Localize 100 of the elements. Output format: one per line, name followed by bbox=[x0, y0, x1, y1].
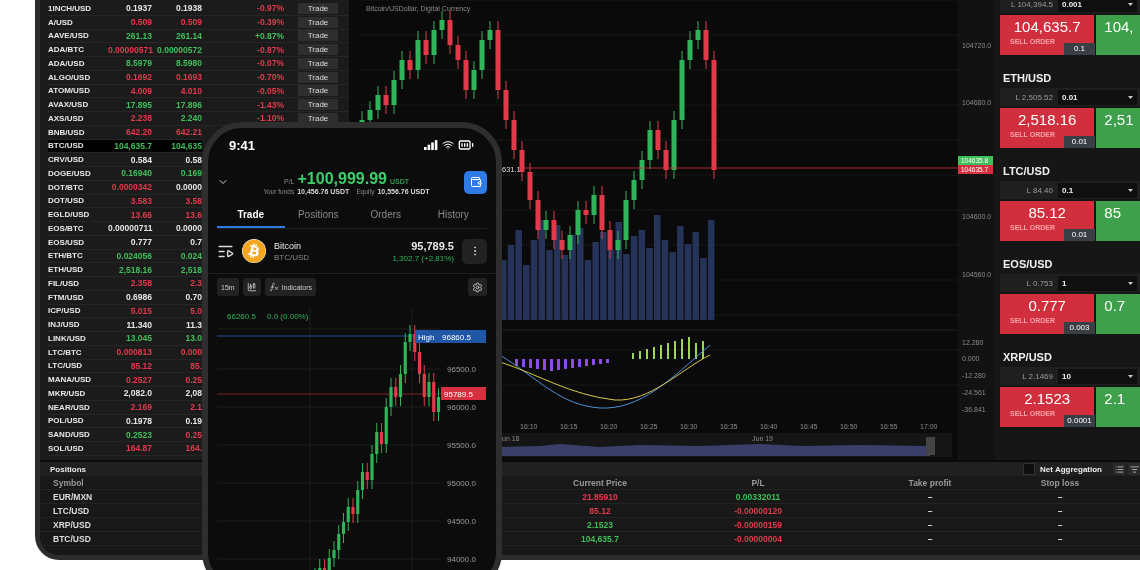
trade-button[interactable]: Trade bbox=[298, 44, 338, 56]
pair-title: ETH/USD bbox=[1002, 71, 1053, 86]
battery-icon bbox=[458, 137, 474, 153]
symbol-cell-text: BTC/USD bbox=[52, 533, 92, 544]
candlestick bbox=[575, 200, 581, 245]
change-percent: -1.10% bbox=[256, 113, 285, 124]
bid-price: 261.13 bbox=[125, 30, 152, 41]
candlestick bbox=[703, 20, 709, 70]
ask-price: 0.25 bbox=[184, 374, 202, 385]
pair-title: LTC/USD bbox=[1002, 164, 1051, 179]
last-price-tag bbox=[441, 387, 486, 400]
pair-title: EOS/USD bbox=[1002, 257, 1054, 272]
ask-price: 164. bbox=[184, 443, 202, 454]
list-view-button[interactable] bbox=[1113, 463, 1125, 475]
column-header: Current Price bbox=[572, 477, 628, 488]
change-percent: -1.43% bbox=[256, 99, 285, 110]
tab[interactable]: Trade bbox=[217, 202, 285, 228]
bid-price: 0.509 bbox=[129, 17, 152, 28]
trade-button[interactable]: Trade bbox=[298, 16, 338, 28]
pair-name: A/USD bbox=[48, 17, 74, 27]
trade-button[interactable]: Trade bbox=[298, 99, 338, 111]
tab[interactable]: Positions bbox=[284, 202, 352, 228]
quantity-select[interactable]: 1 bbox=[1058, 275, 1137, 291]
last-price: 95789.5 bbox=[444, 389, 473, 399]
price-cell-text: 2.1523 bbox=[586, 519, 614, 530]
trade-button[interactable]: Trade bbox=[298, 71, 338, 83]
chart-type-button[interactable] bbox=[242, 278, 261, 296]
pair-name: INJ/USD bbox=[48, 320, 81, 330]
ask-price: 4.010 bbox=[179, 85, 202, 96]
bid-price: 0.16940 bbox=[120, 168, 152, 179]
candlestick bbox=[399, 50, 405, 90]
candlestick bbox=[615, 230, 621, 260]
market-row[interactable]: SOL/USD 164.87 164. bbox=[48, 442, 202, 456]
high-price: 96860.5 bbox=[442, 332, 471, 342]
settings-button[interactable] bbox=[468, 278, 487, 296]
histogram-bar bbox=[592, 359, 595, 365]
price-axis-label: 96500.0 bbox=[447, 365, 476, 374]
market-row[interactable]: EOS/BTC 0.00000711 0.0000 bbox=[48, 222, 202, 236]
trade-button[interactable]: Trade bbox=[298, 57, 338, 69]
caret-icon bbox=[1128, 188, 1133, 192]
navigator-handle[interactable] bbox=[926, 437, 935, 455]
ask-price: 85. bbox=[189, 360, 202, 371]
histogram-bar bbox=[606, 359, 609, 363]
market-row[interactable]: MKR/USD 2,082.0 2,08 bbox=[48, 387, 202, 401]
change-percent: +0.87% bbox=[253, 30, 285, 41]
change-percent: -0.39% bbox=[256, 17, 285, 28]
candlestick bbox=[591, 185, 597, 225]
bid-price: 2.238 bbox=[129, 113, 152, 124]
bid-price: 0.1937 bbox=[125, 3, 152, 14]
pair-name: POL/USD bbox=[48, 416, 85, 426]
ask-price: 104,635 bbox=[170, 140, 202, 151]
bid-price: 2,518.16 bbox=[117, 264, 152, 275]
ask-price: 0.024 bbox=[179, 250, 202, 261]
market-row[interactable]: FIL/USD 2.358 2.3 bbox=[48, 277, 202, 291]
checkbox[interactable] bbox=[1023, 463, 1036, 475]
quantity-select[interactable]: 0.001 bbox=[1058, 0, 1137, 12]
trade-button[interactable]: Trade bbox=[298, 2, 338, 14]
legend-price: 66260.5 bbox=[227, 312, 256, 321]
price-cell-text: 104,635.7 bbox=[580, 533, 620, 544]
trade-button[interactable]: Trade bbox=[298, 30, 338, 42]
deposit-button[interactable] bbox=[464, 170, 487, 194]
filter-button[interactable] bbox=[1128, 463, 1140, 475]
market-row[interactable]: DOGE/USD 0.16940 0.169 bbox=[48, 167, 202, 181]
histogram-bar bbox=[557, 359, 560, 370]
bid-price: 0.00000571 bbox=[108, 44, 152, 55]
bid-price: 17.895 bbox=[125, 99, 152, 110]
pl-value: +100,999.99 bbox=[297, 169, 387, 188]
quantity-select[interactable]: 0.1 bbox=[1058, 182, 1137, 198]
spread-value: 0.0001 bbox=[1064, 415, 1095, 427]
candlestick bbox=[583, 200, 589, 225]
quantity-select[interactable]: 10 bbox=[1058, 368, 1137, 384]
list-icon bbox=[1114, 464, 1124, 474]
spread-value: 0.003 bbox=[1064, 322, 1095, 334]
pair-name: NEAR/USD bbox=[48, 402, 91, 412]
limit-price: L 104,394.5 bbox=[1010, 0, 1053, 9]
bid-price: 0.6986 bbox=[125, 292, 152, 303]
quantity-select[interactable]: 0.01 bbox=[1058, 89, 1137, 105]
candlestick bbox=[391, 70, 397, 115]
tab[interactable]: History bbox=[419, 202, 487, 228]
pair-name: EGLD/USD bbox=[48, 210, 91, 220]
bid-price: 4.009 bbox=[129, 85, 152, 96]
trade-button[interactable]: Trade bbox=[298, 85, 338, 97]
candlestick bbox=[487, 20, 493, 50]
price-cell-text: 85.12 bbox=[588, 505, 612, 516]
histogram-bar bbox=[529, 359, 532, 368]
market-row[interactable]: ADA/BTC 0.00000571 0.00000572 -0.87% Trade bbox=[48, 43, 349, 57]
pair-name: CRV/USD bbox=[48, 155, 85, 165]
pair-name: ICP/USD bbox=[48, 306, 82, 316]
market-row[interactable]: AVAX/USD 17.895 17.896 -1.43% Trade bbox=[48, 98, 349, 112]
candlestick bbox=[551, 210, 557, 250]
signal-icon bbox=[424, 140, 438, 150]
wallet-icon bbox=[469, 176, 482, 188]
bid-price: 0.0000342 bbox=[110, 182, 152, 193]
market-row[interactable]: ADA/USD 8.5979 8.5980 -0.07% Trade bbox=[48, 57, 349, 71]
limit-price: L 2.1469 bbox=[1021, 371, 1053, 381]
instrument-symbol: BTC/USD bbox=[274, 252, 311, 262]
market-row[interactable]: LINK/USD 13.045 13.0 bbox=[48, 332, 202, 346]
tab[interactable]: Orders bbox=[352, 202, 420, 228]
market-row[interactable]: 1INCH/USD 0.1937 0.1938 -0.97% Trade bbox=[48, 2, 349, 16]
pair-name: LTC/BTC bbox=[48, 347, 83, 357]
